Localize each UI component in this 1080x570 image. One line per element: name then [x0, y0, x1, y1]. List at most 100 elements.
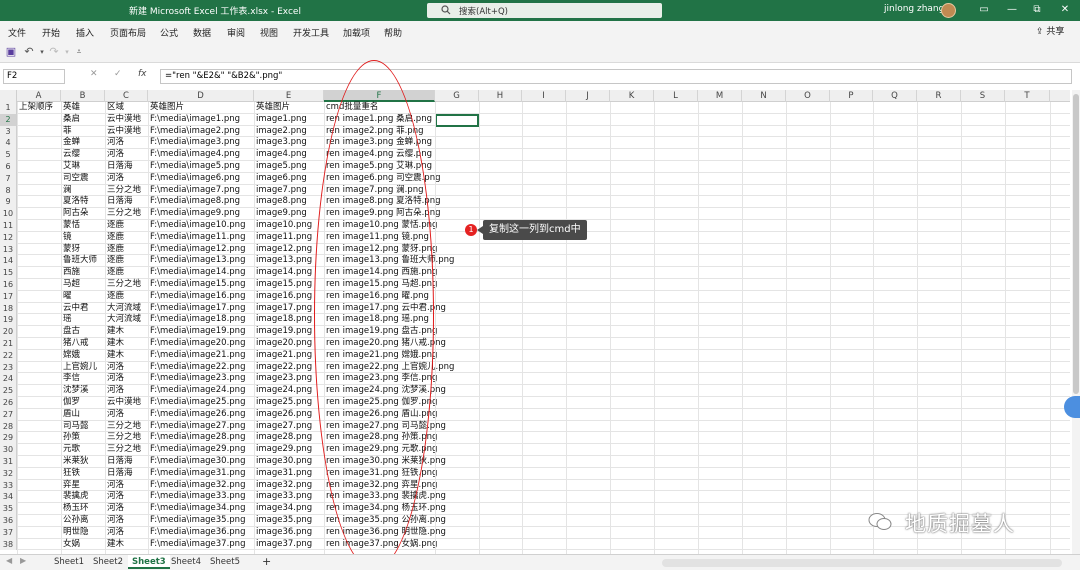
minimize-button[interactable]: — — [1005, 3, 1019, 17]
row-header[interactable]: 27 — [0, 408, 17, 421]
row-header[interactable]: 31 — [0, 456, 17, 468]
cell-e13[interactable]: image12.png — [254, 244, 324, 256]
cell-a38[interactable] — [17, 539, 61, 551]
row-header[interactable]: 33 — [0, 479, 17, 492]
cell-a8[interactable] — [17, 185, 61, 197]
menu-addins[interactable]: 加载项 — [343, 26, 370, 39]
row-header[interactable]: 5 — [0, 149, 17, 161]
row-header[interactable]: 32 — [0, 467, 17, 480]
menu-help[interactable]: 帮助 — [384, 26, 402, 39]
cell-a24[interactable] — [17, 373, 61, 385]
cell-b32[interactable]: 狂铁 — [61, 468, 105, 480]
cell-c15[interactable]: 逐鹿 — [105, 267, 148, 279]
cell-e25[interactable]: image24.png — [254, 385, 324, 397]
cell-b4[interactable]: 金蝉 — [61, 137, 105, 149]
cell-c5[interactable]: 河洛 — [105, 149, 148, 161]
select-all-corner[interactable] — [0, 90, 17, 102]
cell-b19[interactable]: 瑶 — [61, 314, 105, 326]
cell-c19[interactable]: 大河流域 — [105, 314, 148, 326]
cell-d11[interactable]: F:\media\image10.png — [148, 220, 254, 232]
cell-b8[interactable]: 澜 — [61, 185, 105, 197]
cell-c31[interactable]: 日落海 — [105, 456, 148, 468]
sheet-tab-3[interactable]: Sheet3 — [128, 555, 170, 569]
search-box[interactable]: 搜索(Alt+Q) — [427, 3, 662, 18]
spreadsheet-grid[interactable]: ABCDEFGHIJKLMNOPQRST 1 上架顺序 英雄 区域 英雄图片 英雄图片 cm… — [0, 90, 1070, 554]
cell-b33[interactable]: 弈星 — [61, 480, 105, 492]
column-header-k[interactable]: K — [610, 90, 654, 102]
vertical-scrollbar[interactable] — [1072, 90, 1080, 554]
row-header[interactable]: 38 — [0, 538, 17, 551]
insert-function-icon[interactable]: fx — [138, 69, 147, 79]
cell-c23[interactable]: 河洛 — [105, 362, 148, 374]
cell-e31[interactable]: image30.png — [254, 456, 324, 468]
cell-d10[interactable]: F:\media\image9.png — [148, 208, 254, 220]
cell-c34[interactable]: 河洛 — [105, 491, 148, 503]
cell-e5[interactable]: image4.png — [254, 149, 324, 161]
cell-c4[interactable]: 河洛 — [105, 137, 148, 149]
cell-e28[interactable]: image27.png — [254, 421, 324, 433]
cell-b21[interactable]: 猪八戒 — [61, 338, 105, 350]
cell-a16[interactable] — [17, 279, 61, 291]
row-header[interactable]: 3 — [0, 125, 17, 138]
cell-a31[interactable] — [17, 456, 61, 468]
row-header[interactable]: 6 — [0, 161, 17, 173]
cell-b6[interactable]: 艾琳 — [61, 161, 105, 173]
cell-c1[interactable]: 区域 — [105, 102, 148, 114]
cell-b37[interactable]: 明世隐 — [61, 527, 105, 539]
share-button[interactable]: ⇪ 共享 — [1036, 24, 1072, 38]
row-header[interactable]: 13 — [0, 243, 17, 256]
cell-d23[interactable]: F:\media\image22.png — [148, 362, 254, 374]
name-box[interactable]: F2 — [3, 69, 65, 84]
cell-d19[interactable]: F:\media\image18.png — [148, 314, 254, 326]
cell-d18[interactable]: F:\media\image17.png — [148, 303, 254, 315]
save-icon[interactable]: ▣ — [4, 45, 18, 59]
menu-page-layout[interactable]: 页面布局 — [110, 26, 146, 39]
cell-d9[interactable]: F:\media\image8.png — [148, 196, 254, 208]
cell-d31[interactable]: F:\media\image30.png — [148, 456, 254, 468]
cell-a4[interactable] — [17, 137, 61, 149]
cell-d22[interactable]: F:\media\image21.png — [148, 350, 254, 362]
floating-assistant-button[interactable] — [1064, 396, 1080, 418]
cell-c9[interactable]: 日落海 — [105, 196, 148, 208]
cell-c2[interactable]: 云中漠地 — [105, 114, 148, 126]
cell-c6[interactable]: 日落海 — [105, 161, 148, 173]
column-header-i[interactable]: I — [522, 90, 566, 102]
cell-d32[interactable]: F:\media\image31.png — [148, 468, 254, 480]
user-name[interactable]: jinlong zhang — [884, 4, 944, 14]
cell-d2[interactable]: F:\media\image1.png — [148, 114, 254, 126]
menu-data[interactable]: 数据 — [193, 26, 211, 39]
cell-a11[interactable] — [17, 220, 61, 232]
cell-b1[interactable]: 英雄 — [61, 102, 105, 114]
column-header-m[interactable]: M — [698, 90, 742, 102]
cell-b22[interactable]: 嫦娥 — [61, 350, 105, 362]
cell-e37[interactable]: image36.png — [254, 527, 324, 539]
prev-sheet-icon[interactable]: ◀ — [6, 556, 12, 565]
column-header-e[interactable]: E — [254, 90, 324, 102]
cell-d33[interactable]: F:\media\image32.png — [148, 480, 254, 492]
row-header[interactable]: 25 — [0, 385, 17, 397]
cell-b26[interactable]: 伽罗 — [61, 397, 105, 409]
cell-e8[interactable]: image7.png — [254, 185, 324, 197]
cell-c20[interactable]: 建木 — [105, 326, 148, 338]
undo-icon[interactable]: ↶ — [22, 45, 36, 59]
cell-d25[interactable]: F:\media\image24.png — [148, 385, 254, 397]
column-header-n[interactable]: N — [742, 90, 786, 102]
cell-d34[interactable]: F:\media\image33.png — [148, 491, 254, 503]
cell-d36[interactable]: F:\media\image35.png — [148, 515, 254, 527]
cell-b15[interactable]: 西施 — [61, 267, 105, 279]
cell-b29[interactable]: 孙策 — [61, 432, 105, 444]
column-header-j[interactable]: J — [566, 90, 610, 102]
row-header[interactable]: 12 — [0, 231, 17, 244]
cell-e22[interactable]: image21.png — [254, 350, 324, 362]
cell-a28[interactable] — [17, 421, 61, 433]
cell-b9[interactable]: 夏洛特 — [61, 196, 105, 208]
cell-a35[interactable] — [17, 503, 61, 515]
cell-a30[interactable] — [17, 444, 61, 456]
row-header[interactable]: 28 — [0, 420, 17, 433]
cell-b13[interactable]: 蒙犽 — [61, 244, 105, 256]
cell-b12[interactable]: 镜 — [61, 232, 105, 244]
row-header[interactable]: 22 — [0, 349, 17, 362]
row-header[interactable]: 19 — [0, 314, 17, 327]
cell-e6[interactable]: image5.png — [254, 161, 324, 173]
row-header[interactable]: 36 — [0, 515, 17, 527]
